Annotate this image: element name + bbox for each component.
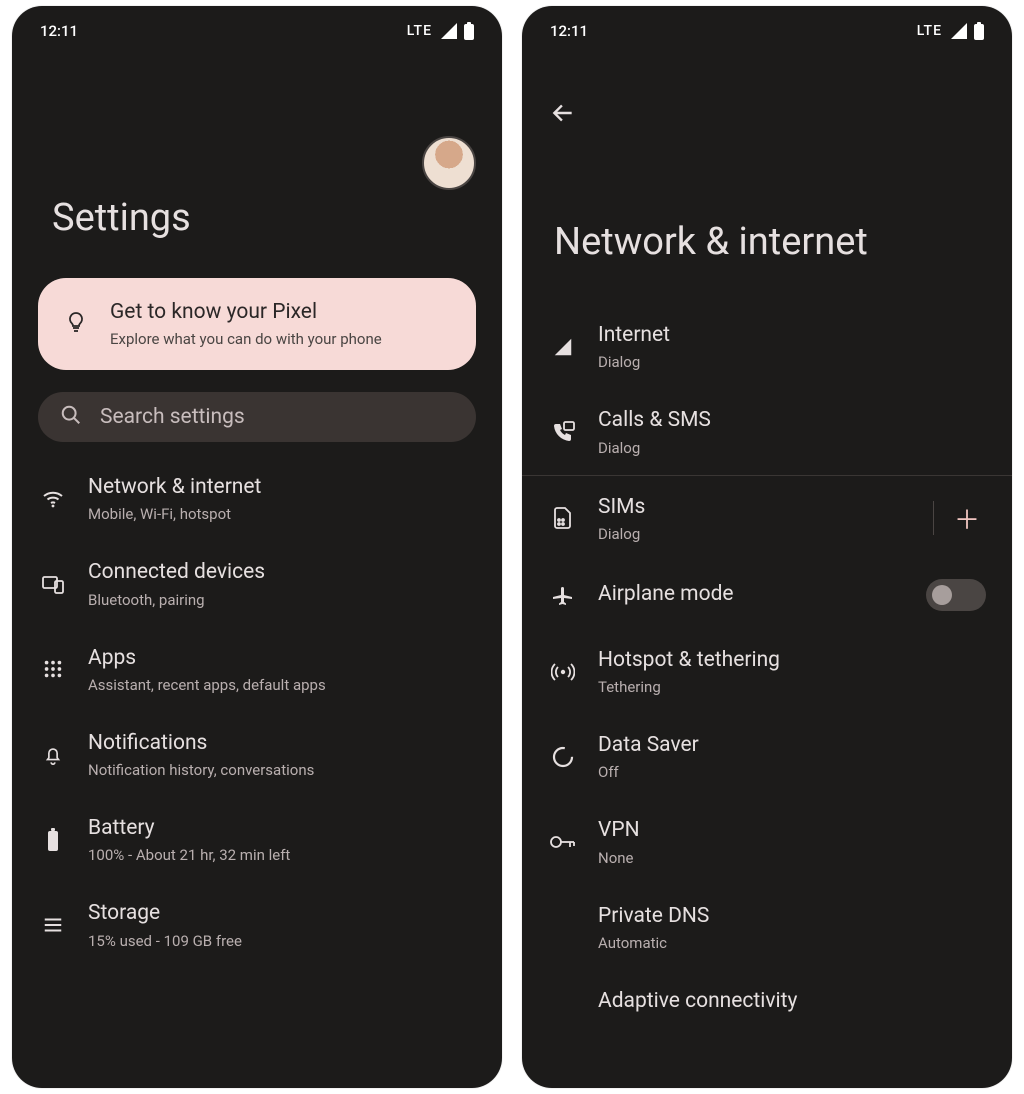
settings-item-notifications[interactable]: Notifications Notification history, conv… bbox=[12, 712, 502, 797]
net-item-adaptive[interactable]: Adaptive connectivity bbox=[522, 970, 1012, 1021]
back-button[interactable] bbox=[522, 56, 1012, 130]
settings-item-battery[interactable]: Battery 100% - About 21 hr, 32 min left bbox=[12, 797, 502, 882]
battery-icon bbox=[464, 22, 474, 40]
status-time: 12:11 bbox=[550, 22, 588, 40]
item-sub: Dialog bbox=[598, 439, 986, 457]
status-bar: 12:11 LTE bbox=[522, 6, 1012, 56]
item-title: Calls & SMS bbox=[598, 407, 986, 434]
item-sub: Off bbox=[598, 763, 986, 781]
item-sub: Bluetooth, pairing bbox=[88, 591, 476, 609]
item-sub: Assistant, recent apps, default apps bbox=[88, 676, 476, 694]
net-item-hotspot[interactable]: Hotspot & tethering Tethering bbox=[522, 629, 1012, 714]
net-item-vpn[interactable]: VPN None bbox=[522, 799, 1012, 884]
settings-item-connected-devices[interactable]: Connected devices Bluetooth, pairing bbox=[12, 541, 502, 626]
item-title: Notifications bbox=[88, 730, 476, 757]
item-title: VPN bbox=[598, 817, 986, 844]
promo-texts: Get to know your Pixel Explore what you … bbox=[110, 300, 382, 348]
item-title: Airplane mode bbox=[598, 581, 906, 608]
net-item-internet[interactable]: Internet Dialog bbox=[522, 304, 1012, 389]
item-sub: Dialog bbox=[598, 353, 986, 371]
battery-vert-icon bbox=[38, 828, 68, 852]
item-title: Battery bbox=[88, 815, 476, 842]
item-title: Connected devices bbox=[88, 559, 476, 586]
search-icon bbox=[60, 404, 82, 430]
network-screen: 12:11 LTE Network & internet Internet Di… bbox=[522, 6, 1012, 1088]
lightbulb-icon bbox=[64, 310, 88, 338]
item-sub: Mobile, Wi-Fi, hotspot bbox=[88, 505, 476, 523]
net-item-airplane[interactable]: Airplane mode bbox=[522, 561, 1012, 629]
devices-icon bbox=[38, 572, 68, 596]
net-item-private-dns[interactable]: Private DNS Automatic bbox=[522, 885, 1012, 970]
network-type-label: LTE bbox=[407, 23, 432, 39]
phone-message-icon bbox=[548, 420, 578, 444]
promo-sub: Explore what you can do with your phone bbox=[110, 330, 382, 348]
search-input[interactable]: Search settings bbox=[38, 392, 476, 442]
add-sim-button[interactable]: ＋ bbox=[948, 500, 986, 537]
apps-grid-icon bbox=[38, 658, 68, 680]
status-time: 12:11 bbox=[40, 22, 78, 40]
item-sub: 15% used - 109 GB free bbox=[88, 932, 476, 950]
signal-icon bbox=[950, 23, 968, 39]
page-title: Network & internet bbox=[522, 130, 1012, 304]
signal-triangle-icon bbox=[548, 336, 578, 358]
battery-icon bbox=[974, 22, 984, 40]
promo-card[interactable]: Get to know your Pixel Explore what you … bbox=[38, 278, 476, 370]
item-title: Apps bbox=[88, 645, 476, 672]
bell-icon bbox=[38, 744, 68, 766]
item-title: Internet bbox=[598, 322, 986, 349]
item-sub: Automatic bbox=[598, 934, 986, 952]
item-title: Data Saver bbox=[598, 732, 986, 759]
search-placeholder: Search settings bbox=[100, 405, 245, 429]
item-title: Private DNS bbox=[598, 903, 986, 930]
airplane-toggle[interactable] bbox=[926, 579, 986, 611]
network-type-label: LTE bbox=[917, 23, 942, 39]
vpn-key-icon bbox=[548, 834, 578, 850]
item-title: Storage bbox=[88, 900, 476, 927]
net-item-datasaver[interactable]: Data Saver Off bbox=[522, 714, 1012, 799]
status-bar: 12:11 LTE bbox=[12, 6, 502, 56]
data-saver-icon bbox=[548, 745, 578, 769]
net-item-calls-sms[interactable]: Calls & SMS Dialog bbox=[522, 389, 1012, 474]
signal-icon bbox=[440, 23, 458, 39]
airplane-icon bbox=[548, 583, 578, 607]
item-title: Network & internet bbox=[88, 474, 476, 501]
settings-item-storage[interactable]: Storage 15% used - 109 GB free bbox=[12, 882, 502, 967]
avatar[interactable] bbox=[422, 136, 476, 190]
wifi-icon bbox=[38, 487, 68, 511]
arrow-back-icon bbox=[550, 100, 576, 126]
item-sub: Dialog bbox=[598, 525, 913, 543]
settings-item-apps[interactable]: Apps Assistant, recent apps, default app… bbox=[12, 627, 502, 712]
item-title: Hotspot & tethering bbox=[598, 647, 986, 674]
settings-item-network[interactable]: Network & internet Mobile, Wi-Fi, hotspo… bbox=[12, 456, 502, 541]
storage-icon bbox=[38, 914, 68, 936]
net-item-sims[interactable]: SIMs Dialog ＋ bbox=[522, 476, 1012, 561]
item-title: Adaptive connectivity bbox=[598, 988, 986, 1015]
sim-icon bbox=[548, 506, 578, 530]
item-sub: Tethering bbox=[598, 678, 986, 696]
status-right: LTE bbox=[917, 22, 984, 40]
separator bbox=[933, 501, 934, 535]
settings-screen: 12:11 LTE Settings Get to know your Pixe… bbox=[12, 6, 502, 1088]
promo-title: Get to know your Pixel bbox=[110, 300, 382, 324]
hotspot-icon bbox=[548, 660, 578, 684]
item-sub: 100% - About 21 hr, 32 min left bbox=[88, 846, 476, 864]
item-sub: Notification history, conversations bbox=[88, 761, 476, 779]
item-title: SIMs bbox=[598, 494, 913, 521]
item-sub: None bbox=[598, 849, 986, 867]
status-right: LTE bbox=[407, 22, 474, 40]
